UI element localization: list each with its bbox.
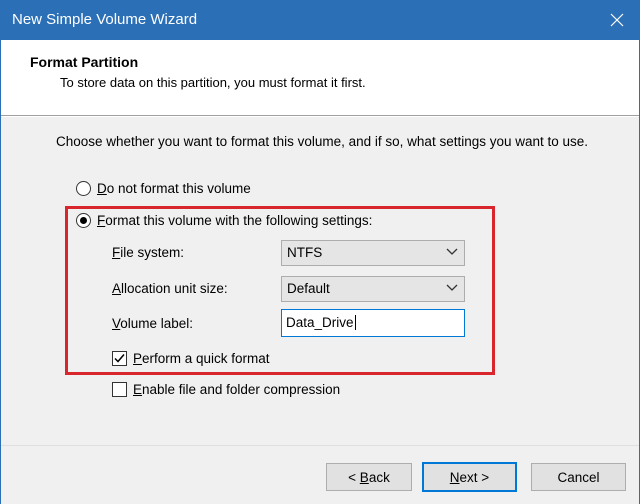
quick-format-label[interactable]: Perform a quick format [133,351,270,366]
quick-format-checkbox[interactable] [112,351,127,366]
chevron-down-icon [446,284,458,291]
page-title: Format Partition [30,54,139,70]
cancel-button[interactable]: Cancel [531,463,626,491]
volume-label-input[interactable]: Data_Drive [281,309,465,337]
format-radio[interactable] [76,213,91,228]
compression-checkbox[interactable] [112,382,127,397]
compression-label[interactable]: Enable file and folder compression [133,382,340,397]
text-caret [354,315,356,330]
wizard-footer: < Back Next > Cancel [1,445,639,504]
next-button[interactable]: Next > [422,462,517,492]
volume-label-label: Volume label: [112,316,194,331]
wizard-header: Format Partition To store data on this p… [1,40,639,116]
no-format-radio[interactable] [76,181,91,196]
no-format-label[interactable]: Do not format this volume [97,181,251,196]
volume-label-value: Data_Drive [286,315,354,330]
close-icon [610,13,624,27]
window-title: New Simple Volume Wizard [12,11,198,28]
chevron-down-icon [446,248,458,255]
back-button[interactable]: < Back [326,463,412,491]
intro-text: Choose whether you want to format this v… [56,134,589,149]
page-subtitle: To store data on this partition, you mus… [60,75,366,90]
file-system-value: NTFS [287,245,323,260]
allocation-unit-label: Allocation unit size: [112,281,228,296]
wizard-body: Choose whether you want to format this v… [1,117,639,445]
allocation-unit-value: Default [287,281,330,296]
close-button[interactable] [594,0,640,40]
allocation-unit-select[interactable]: Default [281,276,465,302]
checkmark-icon [114,354,125,363]
format-label[interactable]: Format this volume with the following se… [97,213,372,228]
file-system-label: File system: [112,245,185,260]
file-system-select[interactable]: NTFS [281,240,465,266]
title-bar: New Simple Volume Wizard [0,0,640,40]
